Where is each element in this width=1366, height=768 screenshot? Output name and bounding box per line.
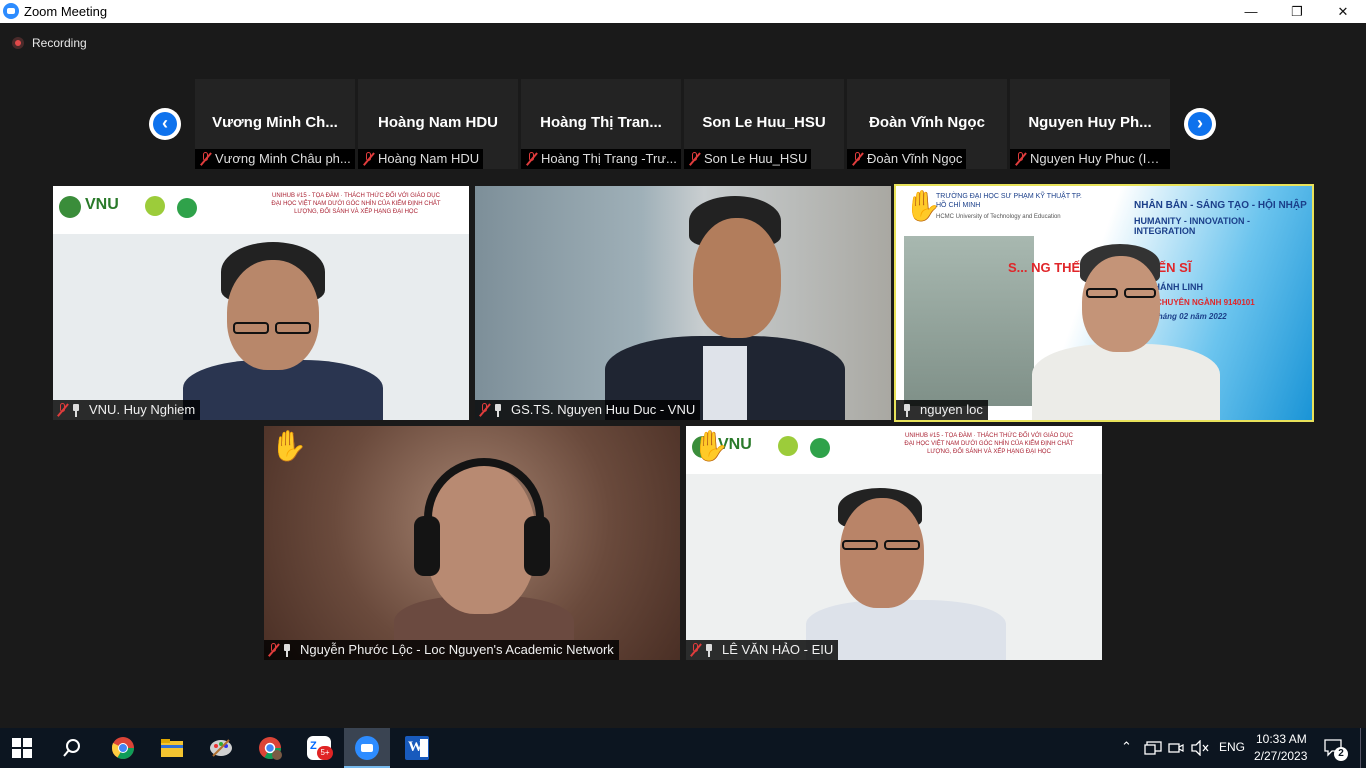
mic-muted-icon [852,152,862,166]
strip-tile[interactable]: Nguyen Huy Ph... Nguyen Huy Phuc (IU... [1010,79,1170,169]
mic-muted-icon [200,152,210,166]
strip-tile[interactable]: Hoàng Thị Tran... Hoàng Thị Trang -Trư..… [521,79,681,169]
strip-tile-label: Nguyen Huy Phuc (IU... [1010,149,1170,169]
tile-name-label: nguyen loc [896,400,988,420]
participant-video [1026,244,1226,420]
raised-hand-icon: ✋ [692,430,730,463]
zoom-icon [355,736,379,760]
strip-tile[interactable]: Đoàn Vĩnh Ngọc Đoàn Vĩnh Ngọc [847,79,1007,169]
show-hidden-icons-icon[interactable]: ⌃ [1121,739,1132,755]
strip-tile[interactable]: Vương Minh Ch... Vương Minh Châu ph... [195,79,355,169]
mic-muted-icon [1015,152,1025,166]
mic-muted-icon [689,152,699,166]
event-banner: VNU UNIHUB #15 - TỌA ĐÀM · THÁCH THỨC ĐỐ… [686,426,1102,474]
clock-time[interactable]: 10:33 AM [1256,732,1307,746]
video-tile[interactable]: ✋ Nguyễn Phước Lộc - Loc Nguyen's Academ… [264,426,680,660]
pin-icon [704,643,714,657]
mic-muted-icon [526,152,536,166]
zalo-badge: 5+ [317,746,333,760]
network-icon[interactable] [1144,741,1162,755]
strip-tile-name: Hoàng Thị Tran... [540,114,662,131]
notification-count-badge: 2 [1334,747,1348,761]
banner-text: UNIHUB #15 - TỌA ĐÀM · THÁCH THỨC ĐỐI VỚ… [904,433,1074,455]
school-name: TRƯỜNG ĐẠI HỌC SƯ PHẠM KỸ THUẬT TP. HỒ C… [936,193,1082,209]
tile-name-label: VNU. Huy Nghiem [53,400,201,420]
raised-hand-icon: ✋ [270,430,308,463]
strip-tile[interactable]: Hoàng Nam HDU Hoàng Nam HDU [358,79,518,169]
school-name-en: HCMC University of Technology and Educat… [936,214,1061,220]
banner-text: UNIHUB #15 - TỌA ĐÀM · THÁCH THỨC ĐỐI VỚ… [271,193,441,215]
strip-tile[interactable]: Son Le Huu_HSU Son Le Huu_HSU [684,79,844,169]
mic-muted-icon [363,152,373,166]
strip-tile-label: Hoàng Nam HDU [358,149,484,169]
pin-icon [71,403,81,417]
partner-logo [810,438,830,458]
zoom-app-icon [3,3,19,19]
meet-now-icon[interactable] [1168,740,1184,756]
minimize-button[interactable]: — [1228,0,1274,23]
zoom-taskbar-button-active[interactable] [344,728,390,768]
mic-muted-icon [479,403,489,417]
recording-label: Recording [32,36,87,50]
tile-name-label: LÊ VĂN HẢO - EIU [686,640,839,660]
pin-icon [902,403,912,417]
participant-video [374,446,594,660]
raised-hand-icon: ✋ [904,190,942,223]
start-icon[interactable] [12,738,32,758]
window-title: Zoom Meeting [24,4,108,19]
file-explorer-icon[interactable] [160,736,184,760]
tile-name-label: Nguyễn Phước Lộc - Loc Nguyen's Academic… [264,640,619,660]
title-bar: Zoom Meeting — ❐ ✕ [0,0,1366,23]
vnu-logo [59,196,81,218]
infega-logo [145,196,165,216]
restore-button[interactable]: ❐ [1274,0,1320,23]
video-tile[interactable]: GS.TS. Nguyen Huu Duc - VNU [475,186,891,420]
tile-name-label: GS.TS. Nguyen Huu Duc - VNU [475,400,701,420]
close-button[interactable]: ✕ [1320,0,1366,23]
chevron-right-icon: › [1197,113,1203,133]
chrome-profile-icon[interactable] [258,736,282,760]
pin-icon [282,643,292,657]
word-icon[interactable]: W [405,736,429,760]
mic-muted-icon [57,403,67,417]
strip-next-button[interactable]: › [1184,108,1216,140]
strip-tile-label: Vương Minh Châu ph... [195,149,355,169]
chrome-icon[interactable] [111,736,135,760]
strip-tile-name: Son Le Huu_HSU [702,114,826,131]
pin-icon [493,403,503,417]
strip-tile-name: Vương Minh Ch... [212,114,338,131]
strip-tile-label: Đoàn Vĩnh Ngọc [847,149,967,169]
volume-muted-icon[interactable] [1191,740,1209,756]
slide-motto-vi: NHÂN BẢN - SÁNG TẠO - HỘI NHẬP [1134,200,1307,211]
strip-prev-button[interactable]: ‹ [149,108,181,140]
video-tile-active-speaker[interactable]: TRƯỜNG ĐẠI HỌC SƯ PHẠM KỸ THUẬT TP. HỒ C… [894,184,1314,422]
vnu-logo-text: VNU [85,196,119,213]
participant-video [173,242,393,420]
paint-icon[interactable] [209,736,233,760]
infega-logo [778,436,798,456]
strip-tile-label: Son Le Huu_HSU [684,149,812,169]
partner-logo [177,198,197,218]
input-language[interactable]: ENG [1219,740,1245,754]
zalo-icon[interactable]: Z 5+ [307,736,333,760]
strip-tile-label: Hoàng Thị Trang -Trư... [521,149,681,169]
windows-taskbar: Z 5+ W ⌃ ENG 10:33 AM 2/27/2023 2 [0,728,1366,768]
clock-date[interactable]: 2/27/2023 [1254,749,1307,763]
mic-muted-icon [690,643,700,657]
search-icon[interactable] [62,738,82,758]
strip-tile-name: Nguyen Huy Ph... [1028,114,1152,131]
recording-icon [12,37,24,49]
slide-motto-en: HUMANITY - INNOVATION - INTEGRATION [1134,216,1250,236]
participant-video [595,196,855,420]
event-banner: VNU UNIHUB #15 - TỌA ĐÀM · THÁCH THỨC ĐỐ… [53,186,469,234]
strip-tile-name: Hoàng Nam HDU [377,114,498,131]
chevron-left-icon: ‹ [162,113,168,133]
mic-muted-icon [268,643,278,657]
show-desktop-button[interactable] [1360,728,1361,768]
video-tile[interactable]: VNU UNIHUB #15 - TỌA ĐÀM · THÁCH THỨC ĐỐ… [53,186,469,420]
participant-video [806,488,1006,660]
strip-tile-name: Đoàn Vĩnh Ngọc [869,114,985,131]
video-tile[interactable]: VNU UNIHUB #15 - TỌA ĐÀM · THÁCH THỨC ĐỐ… [686,426,1102,660]
